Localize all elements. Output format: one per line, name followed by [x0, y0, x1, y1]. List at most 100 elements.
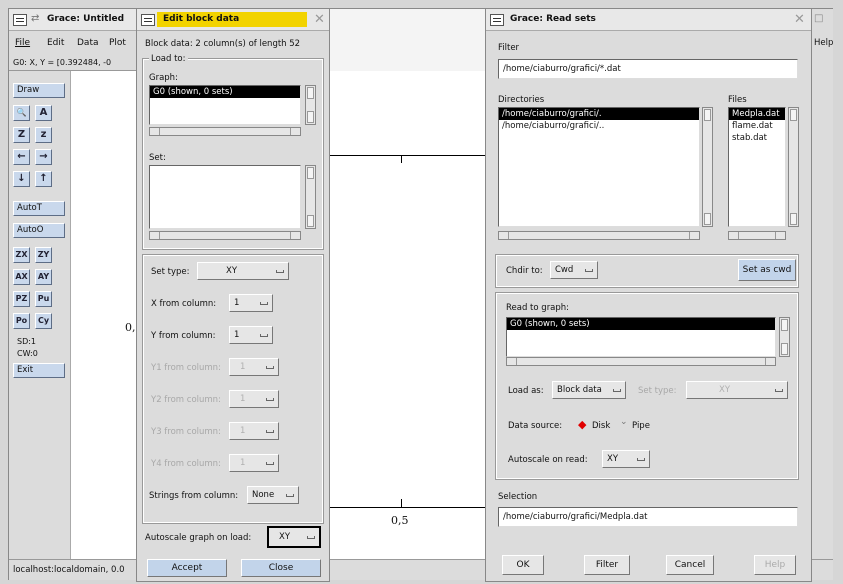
y-from-value: 1: [234, 330, 240, 340]
dropdown-arrow-icon: [260, 333, 268, 337]
ax-button[interactable]: AX: [13, 269, 30, 285]
cancel-button[interactable]: Cancel: [666, 555, 714, 575]
file-item[interactable]: stab.dat: [729, 132, 785, 144]
grace-main-titlebar[interactable]: ⇄ Grace: Untitled: [9, 9, 137, 31]
edit-block-titlebar[interactable]: Edit block data ✕: [137, 9, 329, 31]
scroll-left-button[interactable]: ←: [13, 149, 30, 165]
read-graph-item[interactable]: G0 (shown, 0 sets): [507, 318, 775, 330]
disk-radio-icon[interactable]: ◆: [578, 418, 586, 431]
chdir-select[interactable]: Cwd: [550, 261, 598, 279]
directories-list[interactable]: /home/ciaburro/grafici/. /home/ciaburro/…: [498, 107, 700, 227]
dropdown-arrow-icon: [613, 388, 621, 392]
menu-plot[interactable]: Plot: [109, 38, 126, 48]
directory-item[interactable]: /home/ciaburro/grafici/.: [499, 108, 699, 120]
strings-from-select[interactable]: None: [247, 486, 299, 504]
set-list[interactable]: [149, 165, 301, 229]
read-sets-dialog: Grace: Read sets ✕ Filter /home/ciaburro…: [485, 8, 812, 582]
y3-from-select: 1: [229, 422, 279, 440]
y-from-select[interactable]: 1: [229, 326, 273, 344]
filter-button[interactable]: Filter: [584, 555, 630, 575]
pipe-radio-icon[interactable]: ⌄: [620, 417, 628, 427]
read-to-graph-label: Read to graph:: [506, 303, 570, 313]
ay-button[interactable]: AY: [35, 269, 52, 285]
zoom-in-button[interactable]: Z: [13, 127, 30, 143]
set-type-select[interactable]: XY: [197, 262, 289, 280]
help-menu[interactable]: Help: [814, 38, 833, 48]
read-sets-titlebar[interactable]: Grace: Read sets ✕: [486, 9, 811, 31]
zoom-tool-button[interactable]: 🔍: [13, 105, 30, 121]
close-icon[interactable]: ✕: [794, 12, 805, 27]
window-menu-icon[interactable]: [13, 14, 27, 26]
x-from-value: 1: [234, 298, 240, 308]
menu-data[interactable]: Data: [77, 38, 99, 48]
pu-button[interactable]: Pu: [35, 291, 52, 307]
menu-edit[interactable]: Edit: [47, 38, 64, 48]
window-menu-icon[interactable]: [141, 14, 155, 26]
autoscale-tool-button[interactable]: A: [35, 105, 52, 121]
graph-list[interactable]: G0 (shown, 0 sets): [149, 85, 301, 125]
draw-button[interactable]: Draw: [13, 83, 65, 98]
y4-from-value: 1: [240, 458, 246, 468]
selection-input[interactable]: /home/ciaburro/grafici/Medpla.dat: [498, 507, 798, 527]
cy-button[interactable]: Cy: [35, 313, 52, 329]
autoscale-read-select[interactable]: XY: [602, 450, 650, 468]
chdir-value: Cwd: [555, 265, 574, 275]
y2-from-label: Y2 from column:: [151, 395, 221, 405]
autoscale-select[interactable]: XY: [267, 526, 321, 548]
plot-tick-bottom: [401, 499, 402, 507]
autoscale-read-value: XY: [607, 454, 619, 464]
ok-button[interactable]: OK: [502, 555, 544, 575]
bg-window-menu-icon[interactable]: □: [814, 13, 823, 24]
files-hscroll[interactable]: [728, 231, 786, 240]
zoom-out-button[interactable]: z: [35, 127, 52, 143]
zx-button[interactable]: ZX: [13, 247, 30, 263]
minimize-icon[interactable]: ⇄: [31, 13, 39, 24]
scroll-down-button[interactable]: ↓: [13, 171, 30, 187]
set-list-vscroll[interactable]: [305, 165, 316, 229]
read-graph-hscroll[interactable]: [506, 357, 776, 366]
pz-button[interactable]: PZ: [13, 291, 30, 307]
file-item[interactable]: Medpla.dat: [729, 108, 785, 120]
menu-file[interactable]: File: [15, 38, 30, 48]
exit-button[interactable]: Exit: [13, 363, 65, 378]
y1-from-label: Y1 from column:: [151, 363, 221, 373]
load-to-label: Load to:: [149, 54, 188, 64]
file-item[interactable]: flame.dat: [729, 120, 785, 132]
filter-input[interactable]: /home/ciaburro/grafici/*.dat: [498, 59, 798, 79]
read-set-type-value: XY: [719, 385, 731, 395]
set-type-value: XY: [226, 266, 238, 276]
x-tick-label: 0,5: [391, 514, 409, 527]
autot-button[interactable]: AutoT: [13, 201, 65, 216]
autoo-button[interactable]: AutoO: [13, 223, 65, 238]
pipe-label[interactable]: Pipe: [632, 421, 650, 431]
dropdown-arrow-icon: [266, 365, 274, 369]
directories-vscroll[interactable]: [702, 107, 713, 227]
directory-item[interactable]: /home/ciaburro/grafici/..: [499, 120, 699, 132]
y-tick-label: 0,: [125, 321, 136, 334]
filter-label: Filter: [498, 43, 520, 53]
read-graph-vscroll[interactable]: [779, 317, 790, 357]
po-button[interactable]: Po: [13, 313, 30, 329]
set-as-cwd-button[interactable]: Set as cwd: [738, 259, 796, 281]
files-vscroll[interactable]: [788, 107, 799, 227]
y1-from-select: 1: [229, 358, 279, 376]
grace-menubar: File Edit Data Plot: [9, 31, 137, 55]
accept-button[interactable]: Accept: [147, 559, 227, 577]
directories-hscroll[interactable]: [498, 231, 700, 240]
graph-list-hscroll[interactable]: [149, 127, 301, 136]
load-as-select[interactable]: Block data: [552, 381, 626, 399]
disk-label[interactable]: Disk: [592, 421, 610, 431]
window-menu-icon[interactable]: [490, 14, 504, 26]
scroll-right-button[interactable]: →: [35, 149, 52, 165]
x-from-select[interactable]: 1: [229, 294, 273, 312]
help-button[interactable]: Help: [754, 555, 796, 575]
files-list[interactable]: Medpla.dat flame.dat stab.dat: [728, 107, 786, 227]
graph-list-vscroll[interactable]: [305, 85, 316, 125]
scroll-up-button[interactable]: ↑: [35, 171, 52, 187]
close-button[interactable]: Close: [241, 559, 321, 577]
zy-button[interactable]: ZY: [35, 247, 52, 263]
graph-list-item[interactable]: G0 (shown, 0 sets): [150, 86, 300, 98]
read-graph-list[interactable]: G0 (shown, 0 sets): [506, 317, 776, 357]
set-list-hscroll[interactable]: [149, 231, 301, 240]
close-icon[interactable]: ✕: [314, 12, 325, 27]
